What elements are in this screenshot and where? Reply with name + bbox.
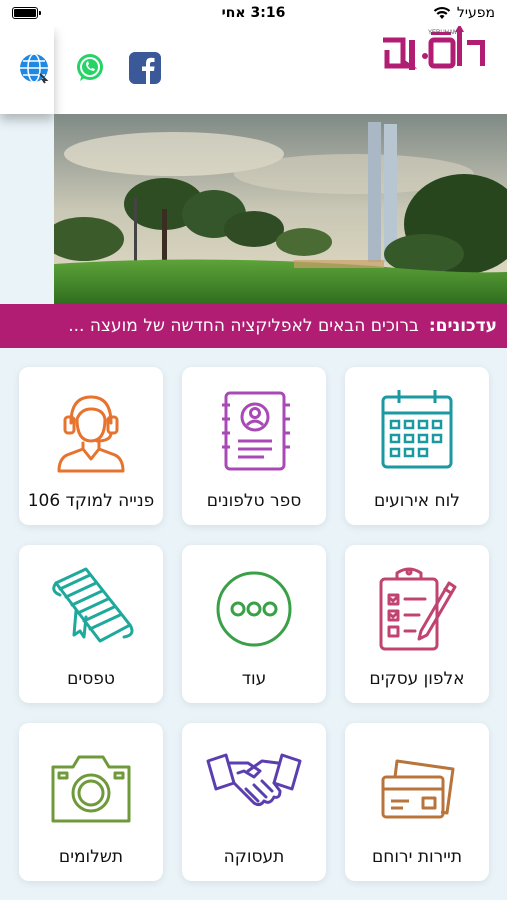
globe-icon[interactable] (18, 52, 50, 84)
battery-group (12, 7, 41, 19)
handshake-icon (206, 753, 302, 807)
tickets-icon (381, 759, 455, 819)
tile-label: לוח אירועים (374, 491, 460, 511)
tile-events-calendar[interactable]: לוח אירועים (345, 367, 489, 525)
tile-forms[interactable]: טפסים (19, 545, 163, 703)
tile-business-directory[interactable]: אלפון עסקים (345, 545, 489, 703)
call-center-agent-icon (57, 395, 125, 473)
news-ticker[interactable]: עדכונים: ברוכים הבאים לאפליקציה החדשה של… (0, 304, 507, 348)
status-time: 3:16 אחי (221, 5, 286, 21)
tile-phonebook[interactable]: ספר טלפונים (182, 367, 326, 525)
tile-tourism-yeruham[interactable]: תיירות ירוחם (345, 723, 489, 881)
tile-label: עוד (241, 669, 267, 689)
yeruham-logo: YERUHAM (373, 22, 493, 78)
battery-icon (12, 7, 41, 19)
tile-label: תשלומים (58, 847, 124, 867)
tile-payments[interactable]: תשלומים (19, 723, 163, 881)
calendar-icon (381, 390, 453, 469)
scroll-forms-icon (52, 567, 134, 643)
tile-more[interactable]: עוד (182, 545, 326, 703)
whatsapp-icon[interactable] (74, 52, 106, 84)
tile-call-center-106[interactable]: פנייה למוקד 106 (19, 367, 163, 525)
signal-group: מפעיל (433, 5, 495, 21)
tile-label: פנייה למוקד 106 (27, 491, 155, 511)
more-dots-icon (216, 571, 292, 647)
tile-label: תעסוקה (223, 847, 285, 867)
tile-label: תיירות ירוחם (372, 847, 462, 867)
tile-label: ספר טלפונים (206, 491, 302, 511)
tile-label: טפסים (67, 669, 115, 689)
camera-icon (51, 755, 131, 823)
ticker-text: ברוכים הבאים לאפליקציה החדשה של מועצה ..… (68, 316, 419, 336)
ticker-label: עדכונים: (428, 316, 497, 336)
tile-employment[interactable]: תעסוקה (182, 723, 326, 881)
status-bar: 3:16 אחי מפעיל (0, 0, 507, 26)
facebook-icon[interactable] (129, 52, 161, 84)
hero-image (54, 114, 507, 304)
phonebook-icon (222, 391, 290, 471)
clipboard-checklist-icon (379, 567, 457, 651)
logo-subtext: YERUHAM (428, 30, 458, 36)
wifi-icon (433, 7, 451, 19)
carrier-name: מפעיל (456, 5, 495, 21)
tile-label: אלפון עסקים (369, 669, 465, 689)
